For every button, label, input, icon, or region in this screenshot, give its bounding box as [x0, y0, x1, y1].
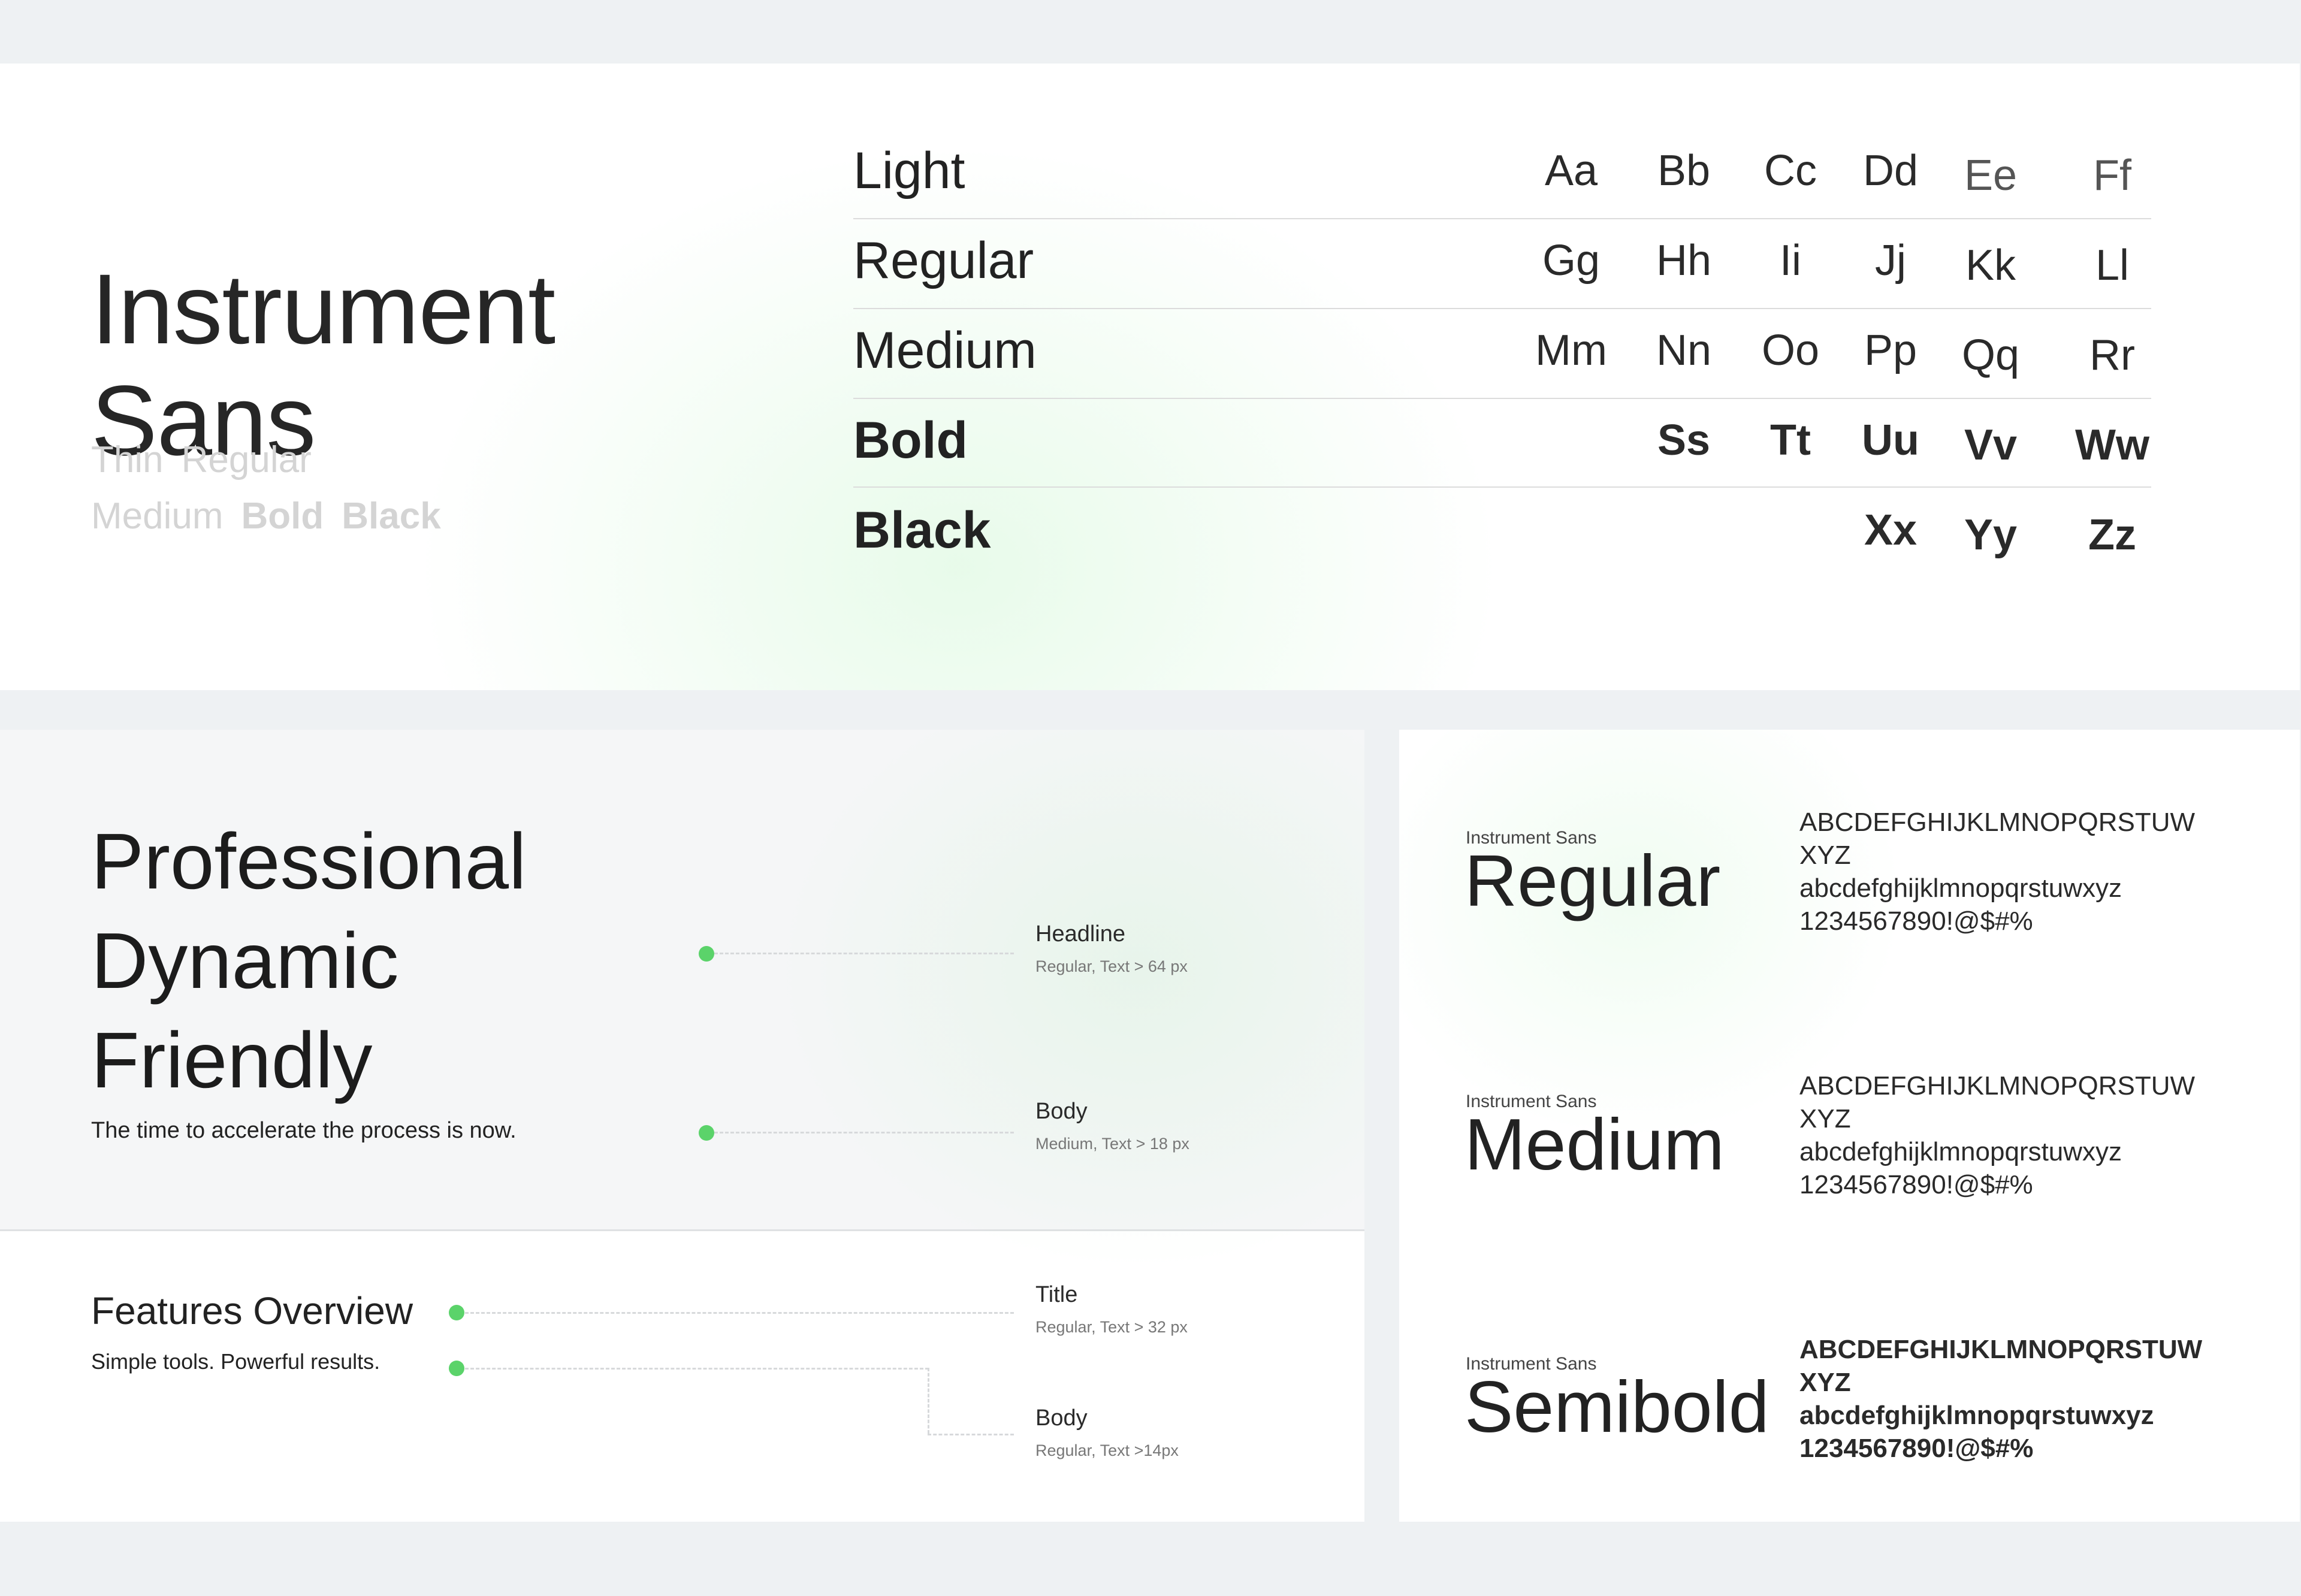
charset-medium: ABCDEFGHIJKLMNOPQRSTUW XYZ abcdefghijklm…	[1799, 1071, 2196, 1199]
connector-line	[928, 1368, 929, 1434]
features-title: Features Overview	[91, 1289, 413, 1332]
weights-list-row-2: Medium Bold Black	[91, 495, 459, 537]
glyph: Oo	[1761, 327, 1820, 374]
connector-line	[714, 1132, 1014, 1133]
glyph: Ff	[2093, 152, 2131, 200]
spec-meta-body-small: Regular, Text >14px	[1035, 1441, 1179, 1459]
spec-name-headline: Headline	[1035, 921, 1125, 947]
weight-name-medium: Medium	[1464, 1104, 1725, 1185]
background-glow	[779, 730, 1364, 1269]
glyph: Ee	[1964, 152, 2018, 200]
row-divider	[853, 218, 2151, 219]
glyph: Ii	[1780, 237, 1801, 285]
connector-dot	[449, 1305, 464, 1320]
weight-charsets-panel: Instrument Sans Regular ABCDEFGHIJKLMNOP…	[1399, 730, 2300, 1522]
row-divider	[853, 308, 2151, 309]
glyph: Aa	[1544, 147, 1598, 195]
glyph: Pp	[1864, 327, 1918, 374]
glyph: Ll	[2095, 241, 2130, 289]
headline-word: Dynamic	[91, 917, 399, 1005]
row-label-regular: Regular	[853, 232, 1034, 289]
headline-words: Professional Dynamic Friendly	[91, 812, 526, 1110]
hierarchy-section: Professional Dynamic Friendly The time t…	[0, 730, 1364, 1269]
spec-meta-body: Medium, Text > 18 px	[1035, 1135, 1189, 1153]
weight-bold: Bold	[241, 495, 324, 537]
weight-black: Black	[342, 495, 441, 537]
glyph: Kk	[1965, 241, 2016, 289]
glyph: Jj	[1875, 237, 1906, 285]
font-title-line-1: Instrument	[91, 254, 555, 365]
weight-name-semibold: Semibold	[1464, 1366, 1769, 1447]
connector-dot	[699, 1125, 714, 1141]
glyph: Ss	[1657, 416, 1711, 464]
connector-line	[928, 1434, 1014, 1435]
weight-thin: Thin	[91, 439, 164, 480]
glyph: Uu	[1862, 416, 1919, 464]
features-body: Simple tools. Powerful results.	[91, 1349, 381, 1374]
spec-name-body-small: Body	[1035, 1405, 1088, 1431]
glyph: Gg	[1542, 237, 1601, 285]
glyph: Nn	[1656, 327, 1712, 374]
spec-name-body: Body	[1035, 1099, 1088, 1124]
glyph: Hh	[1656, 237, 1712, 285]
headline-word: Friendly	[91, 1016, 373, 1104]
glyph: Ww	[2075, 421, 2149, 469]
connector-dot	[699, 946, 714, 962]
row-label-medium: Medium	[853, 322, 1037, 379]
charset-regular: ABCDEFGHIJKLMNOPQRSTUW XYZ abcdefghijklm…	[1799, 808, 2196, 936]
body-sample: The time to accelerate the process is no…	[91, 1118, 517, 1143]
glyph: Rr	[2089, 331, 2135, 379]
glyph: Bb	[1657, 147, 1711, 195]
type-specimen-panel: Instrument Sans Thin Regular Medium Bold Bl…	[0, 64, 2300, 690]
row-label-bold: Bold	[853, 412, 968, 469]
glyph: Zz	[2088, 511, 2136, 559]
row-label-light: Light	[853, 142, 965, 200]
spec-meta-title: Regular, Text > 32 px	[1035, 1318, 1188, 1336]
weights-list-row-1: Thin Regular	[91, 439, 330, 481]
spec-meta-headline: Regular, Text > 64 px	[1035, 957, 1188, 975]
glyph: Tt	[1770, 416, 1811, 464]
connector-dot	[449, 1361, 464, 1376]
glyph: Xx	[1864, 506, 1918, 554]
row-label-black: Black	[853, 501, 991, 559]
spec-name-title: Title	[1035, 1282, 1078, 1307]
glyph: Mm	[1535, 327, 1607, 374]
glyph: Vv	[1964, 421, 2018, 469]
charset-semibold: ABCDEFGHIJKLMNOPQRSTUW XYZ abcdefghijklm…	[1799, 1335, 2203, 1463]
headline-word: Professional	[91, 817, 527, 905]
weight-name-regular: Regular	[1464, 840, 1721, 921]
connector-line	[714, 953, 1014, 954]
glyph: Qq	[1961, 331, 2020, 379]
row-divider	[853, 398, 2151, 399]
row-divider	[853, 486, 2151, 488]
glyph: Yy	[1964, 511, 2018, 559]
weight-medium: Medium	[91, 495, 224, 537]
connector-line	[465, 1368, 929, 1370]
connector-line	[465, 1312, 1014, 1314]
text-hierarchy-panel: Professional Dynamic Friendly The time t…	[0, 730, 1364, 1522]
glyph: Dd	[1862, 147, 1919, 195]
glyph: Cc	[1764, 147, 1817, 195]
weight-regular: Regular	[181, 439, 312, 480]
